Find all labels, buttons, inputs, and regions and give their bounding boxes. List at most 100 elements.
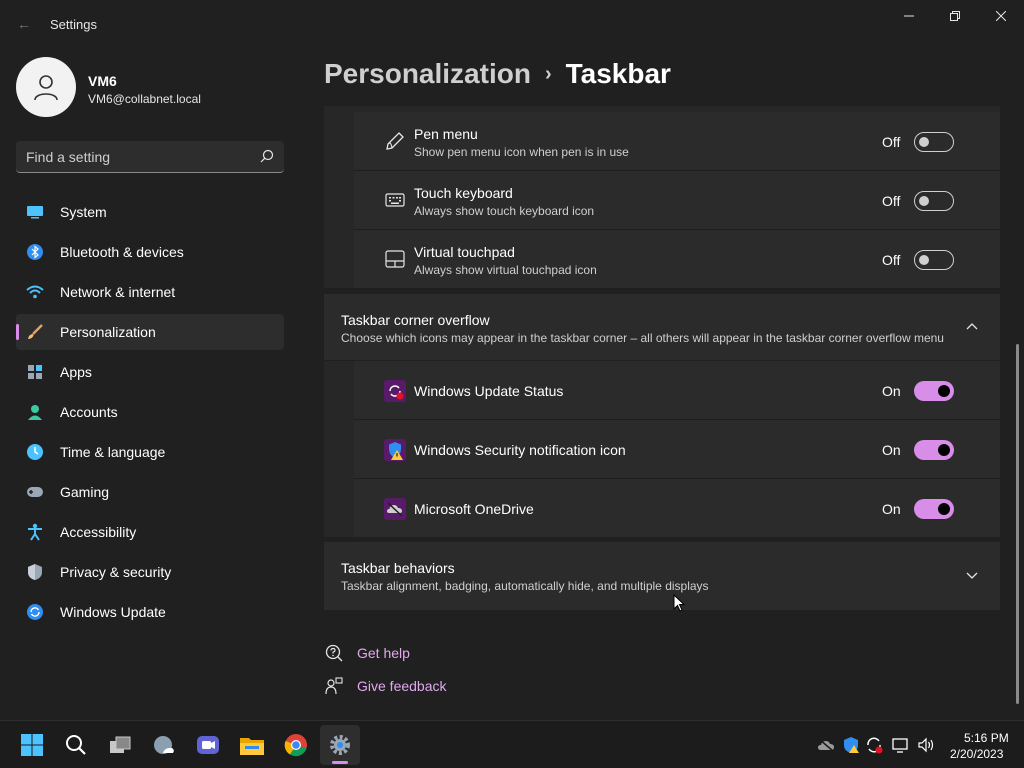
virtual-touchpad-toggle[interactable]	[914, 250, 954, 270]
chat-button[interactable]	[188, 725, 228, 765]
maximize-button[interactable]	[932, 0, 978, 32]
toggle-state-label: On	[882, 383, 901, 399]
chrome-button[interactable]	[276, 725, 316, 765]
file-explorer-icon	[240, 738, 264, 755]
sidebar-item-time-language[interactable]: Time & language	[16, 434, 284, 470]
sidebar-item-label: Time & language	[60, 444, 166, 460]
sidebar-item-network[interactable]: Network & internet	[16, 274, 284, 310]
task-view-button[interactable]	[100, 725, 140, 765]
sidebar-item-label: Accounts	[60, 404, 118, 420]
virtual-touchpad-row: Virtual touchpad Always show virtual tou…	[354, 230, 1000, 288]
taskbar-clock-time[interactable]: 5:16 PM	[964, 731, 1009, 745]
person-icon	[26, 403, 44, 421]
close-button[interactable]	[978, 0, 1024, 32]
title-bar: ← Settings	[0, 0, 1024, 48]
windows-security-icon	[384, 439, 406, 461]
accessibility-icon	[26, 523, 44, 541]
sidebar-item-label: Accessibility	[60, 524, 137, 540]
keyboard-icon	[384, 189, 406, 211]
section-title: Taskbar corner overflow	[341, 312, 490, 328]
section-description: Choose which icons may appear in the tas…	[341, 331, 944, 345]
row-title: Pen menu	[414, 126, 478, 142]
app-title: Settings	[50, 17, 97, 32]
give-feedback-text[interactable]: Give feedback	[357, 678, 447, 694]
bluetooth-icon	[26, 243, 44, 261]
system-icon	[26, 203, 44, 221]
sidebar-item-accounts[interactable]: Accounts	[16, 394, 284, 430]
taskbar-clock-date[interactable]: 2/20/2023	[950, 747, 1003, 761]
row-description: Always show virtual touchpad icon	[414, 263, 597, 277]
back-button[interactable]: ←	[12, 12, 36, 36]
minimize-button[interactable]	[886, 0, 932, 32]
update-icon	[26, 603, 44, 621]
sidebar-item-label: Privacy & security	[60, 564, 172, 580]
volume-tray-icon[interactable]	[917, 736, 935, 754]
scrollbar-thumb[interactable]	[1016, 344, 1019, 704]
mouse-cursor-icon	[673, 593, 686, 617]
row-title: Touch keyboard	[414, 185, 513, 201]
windows-security-row: Windows Security notification icon On	[354, 420, 1000, 478]
pen-menu-row: Pen menu Show pen menu icon when pen is …	[354, 112, 1000, 170]
toggle-state-label: On	[882, 501, 901, 517]
sidebar-item-label: Windows Update	[60, 604, 166, 620]
widgets-button[interactable]	[144, 725, 184, 765]
person-icon	[34, 75, 58, 101]
sidebar-item-bluetooth[interactable]: Bluetooth & devices	[16, 234, 284, 270]
windows-update-status-icon	[384, 380, 406, 402]
windows-security-toggle[interactable]	[914, 440, 954, 460]
sidebar-item-system[interactable]: System	[16, 194, 284, 230]
sidebar-item-label: Gaming	[60, 484, 110, 500]
taskbar-behaviors-header[interactable]: Taskbar behaviors Taskbar alignment, bad…	[324, 542, 1000, 610]
search-input[interactable]	[26, 147, 251, 167]
start-icon	[21, 734, 43, 756]
search-box[interactable]	[16, 141, 284, 173]
start-button[interactable]	[12, 725, 52, 765]
get-help-text[interactable]: Get help	[357, 645, 410, 661]
sidebar-item-label: Personalization	[60, 324, 156, 340]
sidebar-item-accessibility[interactable]: Accessibility	[16, 514, 284, 550]
gamepad-icon	[26, 483, 44, 501]
onedrive-toggle[interactable]	[914, 499, 954, 519]
search-icon[interactable]	[260, 149, 274, 168]
touch-keyboard-toggle[interactable]	[914, 191, 954, 211]
pen-menu-toggle[interactable]	[914, 132, 954, 152]
user-name: VM6	[88, 73, 117, 89]
sidebar-item-windows-update[interactable]: Windows Update	[16, 594, 284, 630]
sidebar-item-label: Network & internet	[60, 284, 176, 300]
windows-update-status-toggle[interactable]	[914, 381, 954, 401]
search-icon	[66, 735, 86, 755]
sidebar-nav: System Bluetooth & devices Network & int…	[16, 194, 284, 634]
windows-update-tray-icon[interactable]	[865, 736, 883, 754]
sidebar-item-apps[interactable]: Apps	[16, 354, 284, 390]
back-arrow-icon: ←	[17, 16, 31, 32]
sidebar-item-label: Apps	[60, 364, 92, 380]
chevron-up-icon[interactable]	[964, 318, 980, 334]
row-title: Windows Security notification icon	[414, 442, 626, 458]
network-tray-icon[interactable]	[892, 736, 910, 754]
chevron-right-icon: ›	[544, 63, 552, 85]
breadcrumb-parent[interactable]: Personalization	[324, 58, 531, 89]
row-description: Show pen menu icon when pen is in use	[414, 145, 629, 159]
shield-icon	[26, 563, 44, 581]
avatar	[16, 57, 76, 117]
taskbar-search-button[interactable]	[56, 725, 96, 765]
taskbar-corner-overflow-header[interactable]: Taskbar corner overflow Choose which ico…	[324, 294, 1000, 360]
row-title: Virtual touchpad	[414, 244, 515, 260]
sidebar-item-privacy-security[interactable]: Privacy & security	[16, 554, 284, 590]
row-title: Microsoft OneDrive	[414, 501, 534, 517]
windows-security-tray-icon[interactable]	[842, 736, 860, 754]
file-explorer-button[interactable]	[232, 725, 272, 765]
onedrive-tray-icon[interactable]	[817, 736, 835, 754]
row-title: Windows Update Status	[414, 383, 564, 399]
sidebar-item-personalization[interactable]: Personalization	[16, 314, 284, 350]
toggle-state-label: Off	[882, 134, 901, 150]
toggle-state-label: Off	[882, 252, 901, 268]
breadcrumb: Personalization › Taskbar	[324, 58, 671, 90]
taskbar: 5:16 PM 2/20/2023	[0, 720, 1024, 768]
sidebar-item-gaming[interactable]: Gaming	[16, 474, 284, 510]
chat-icon	[197, 736, 219, 754]
chevron-down-icon[interactable]	[964, 568, 980, 584]
toggle-state-label: Off	[882, 193, 901, 209]
settings-taskbar-button[interactable]	[320, 725, 360, 765]
restore-icon	[950, 11, 960, 21]
